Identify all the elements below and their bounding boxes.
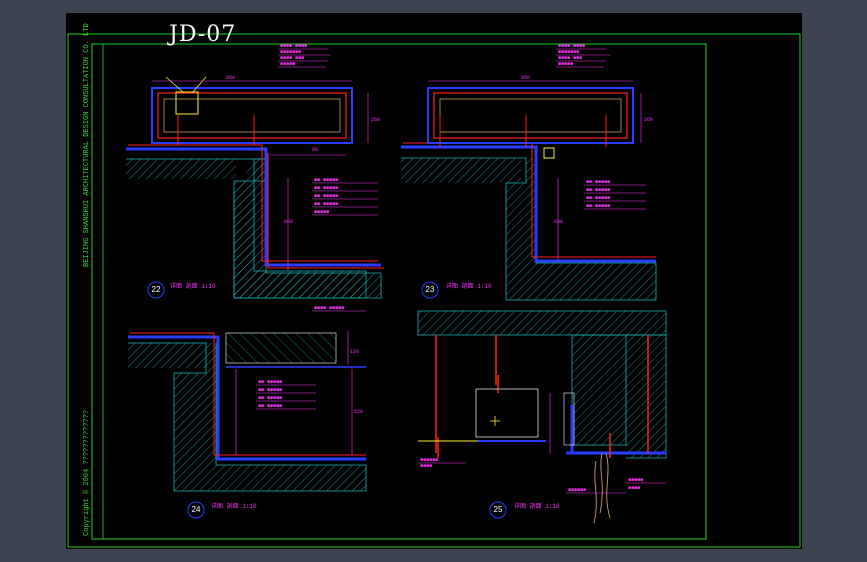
svg-text:850: 850 <box>521 75 530 81</box>
svg-text:■■■■■: ■■■■■ <box>558 61 573 67</box>
svg-text:■■ ■■■■■: ■■ ■■■■■ <box>314 193 338 199</box>
detail-23: ■■■■ ■■■■■■■■■■■ ■■■■ ■■■■■■■■ ■■ ■■■■■■… <box>401 43 657 301</box>
svg-text:■■ ■■■■■: ■■ ■■■■■ <box>586 187 610 193</box>
svg-text:260: 260 <box>371 117 380 123</box>
svg-text:■■ ■■■■■: ■■ ■■■■■ <box>314 185 338 191</box>
svg-text:■■ ■■■■■: ■■ ■■■■■ <box>258 379 282 385</box>
svg-text:■■■■: ■■■■ <box>628 485 640 491</box>
svg-text:520: 520 <box>354 409 363 415</box>
copyright-text: Copyright © 2004 ????????????? <box>83 409 91 536</box>
svg-text:■■ ■■■■■: ■■ ■■■■■ <box>314 177 338 183</box>
detail-tag-25[interactable]: 25 <box>491 505 505 514</box>
svg-text:260: 260 <box>644 117 653 123</box>
detail-24: ■■■■ ■■■■■ ■■ ■■■■■ ■■ ■■■■■ ■■ ■■■■■ ■■ ■… <box>128 305 367 519</box>
svg-text:■■ ■■■■■: ■■ ■■■■■ <box>586 179 610 185</box>
svg-text:■■■■: ■■■■ <box>420 463 432 469</box>
company-name-text: BEIJING SHANSHUI ARCHITECTURAL DESIGN CO… <box>83 23 91 267</box>
drawing-title: JD-07 <box>169 22 237 47</box>
svg-text:■■■■■: ■■■■■ <box>628 477 643 483</box>
svg-text:■■■■■: ■■■■■ <box>314 209 329 215</box>
cad-viewport[interactable]: ■■■■ ■■■■ ■■■■■■■ ■■■■ ■■■ ■■■■■ ■■ ■■■■■ ■… <box>0 0 867 562</box>
detail-caption-22: 详图 剖面 1:10 <box>170 283 216 290</box>
svg-text:■■■■■: ■■■■■ <box>280 61 295 67</box>
svg-text:850: 850 <box>226 75 235 81</box>
svg-text:120: 120 <box>350 349 359 355</box>
detail-tag-24[interactable]: 24 <box>189 505 203 514</box>
detail-25: ■■■■■■■■■■ ■■■■■■■■■■■ ■■■■ <box>417 310 667 524</box>
detail-caption-24: 详图 剖面 1:10 <box>211 503 257 510</box>
detail-tag-23[interactable]: 23 <box>423 285 437 294</box>
svg-text:600: 600 <box>284 219 293 225</box>
svg-text:■■ ■■■■■: ■■ ■■■■■ <box>314 201 338 207</box>
svg-text:■■ ■■■■■: ■■ ■■■■■ <box>258 387 282 393</box>
svg-text:■■ ■■■■■: ■■ ■■■■■ <box>586 195 610 201</box>
drawing-sheet: ■■■■ ■■■■ ■■■■■■■ ■■■■ ■■■ ■■■■■ ■■ ■■■■■ ■… <box>66 13 802 549</box>
detail-caption-23: 详图 剖面 1:10 <box>446 283 492 290</box>
svg-text:■■■■■■: ■■■■■■ <box>568 487 586 493</box>
svg-text:■■ ■■■■■: ■■ ■■■■■ <box>586 203 610 209</box>
svg-text:600: 600 <box>554 219 563 225</box>
svg-text:60: 60 <box>312 147 318 153</box>
detail-22: ■■■■ ■■■■■■■■■■■ ■■■■ ■■■■■■■■ ■■ ■■■■■■… <box>126 43 384 299</box>
svg-text:■■■■ ■■■■■: ■■■■ ■■■■■ <box>314 305 344 311</box>
svg-text:■■ ■■■■■: ■■ ■■■■■ <box>258 395 282 401</box>
svg-text:■■ ■■■■■: ■■ ■■■■■ <box>258 403 282 409</box>
detail-tag-22[interactable]: 22 <box>149 285 163 294</box>
detail-caption-25: 详图 剖面 1:10 <box>514 503 560 510</box>
